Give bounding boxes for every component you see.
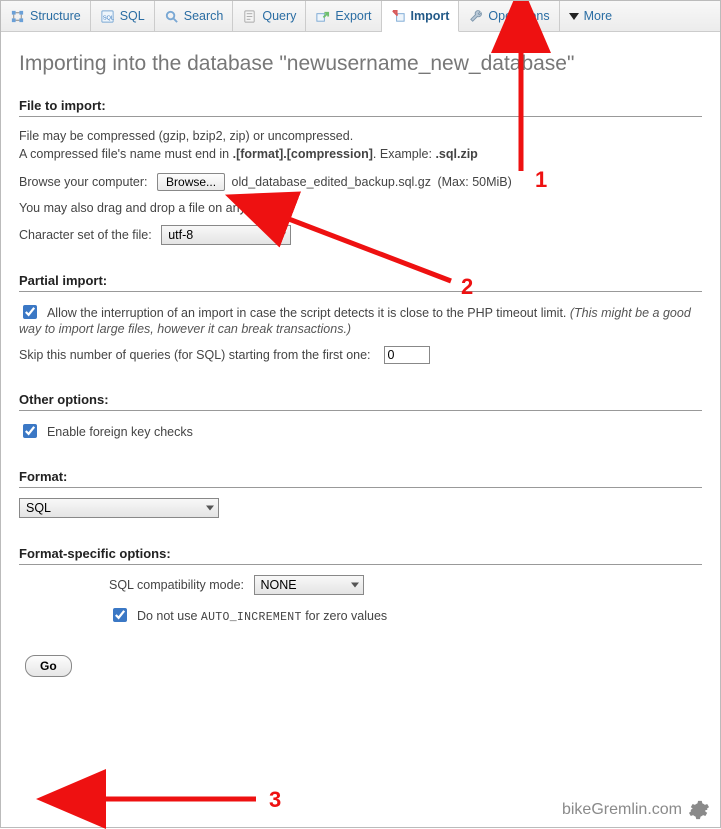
compress-note-line2a: A compressed file's name must end in <box>19 147 233 161</box>
skip-queries-input[interactable] <box>384 346 430 364</box>
dropdown-caret-icon <box>569 13 579 20</box>
compat-select[interactable]: NONE <box>254 575 364 595</box>
browse-label: Browse your computer: <box>19 175 148 189</box>
compat-label: SQL compatibility mode: <box>109 578 244 592</box>
section-other-options: Other options: <box>19 392 702 411</box>
format-specific-block: SQL compatibility mode: NONE Do not use … <box>19 575 702 625</box>
autoinc-label-a: Do not use <box>137 609 201 623</box>
tab-search[interactable]: Search <box>155 1 234 31</box>
tab-label: SQL <box>120 9 145 23</box>
tab-label: Export <box>335 9 371 23</box>
fk-row: Enable foreign key checks <box>19 421 702 441</box>
section-format-specific: Format-specific options: <box>19 546 702 565</box>
autoinc-code: AUTO_INCREMENT <box>201 611 302 624</box>
page-title: Importing into the database "newusername… <box>19 52 702 76</box>
tab-export[interactable]: Export <box>306 1 381 31</box>
query-icon <box>242 9 257 24</box>
watermark-text: bikeGremlin.com <box>562 801 682 819</box>
allow-interrupt-row: Allow the interruption of an import in c… <box>19 302 702 336</box>
format-select[interactable]: SQL <box>19 498 219 518</box>
tab-label: Search <box>184 9 224 23</box>
search-icon <box>164 9 179 24</box>
dragdrop-note: You may also drag and drop a file on any… <box>19 201 702 215</box>
selected-file: old_database_edited_backup.sql.gz <box>232 175 431 189</box>
tab-query[interactable]: Query <box>233 1 306 31</box>
skip-queries-row: Skip this number of queries (for SQL) st… <box>19 346 702 364</box>
autoinc-row: Do not use AUTO_INCREMENT for zero value… <box>109 605 702 625</box>
browse-row: Browse your computer: Browse... old_data… <box>19 173 702 191</box>
compress-note-line2c: . Example: <box>373 147 436 161</box>
tab-label: More <box>584 9 612 23</box>
allow-interrupt-label: Allow the interruption of an import in c… <box>47 306 570 320</box>
compress-note-example: .sql.zip <box>435 147 477 161</box>
compress-note: File may be compressed (gzip, bzip2, zip… <box>19 127 702 163</box>
tab-more[interactable]: More <box>560 1 621 31</box>
tab-bar: Structure SQL SQL Search Query Export Im… <box>1 1 720 32</box>
tab-operations[interactable]: Operations <box>459 1 559 31</box>
allow-interrupt-checkbox[interactable] <box>23 305 37 319</box>
tab-sql[interactable]: SQL SQL <box>91 1 155 31</box>
max-size-note: (Max: 50MiB) <box>437 175 511 189</box>
charset-label: Character set of the file: <box>19 228 152 242</box>
sql-icon: SQL <box>100 9 115 24</box>
operations-icon <box>468 9 483 24</box>
go-button[interactable]: Go <box>25 655 72 677</box>
compress-note-line1: File may be compressed (gzip, bzip2, zip… <box>19 129 353 143</box>
content-area: Importing into the database "newusername… <box>1 32 720 677</box>
compress-note-format: .[format].[compression] <box>233 147 373 161</box>
browse-button[interactable]: Browse... <box>157 173 225 191</box>
format-row: SQL <box>19 498 702 518</box>
section-partial-import: Partial import: <box>19 273 702 292</box>
tab-label: Structure <box>30 9 81 23</box>
structure-icon <box>10 9 25 24</box>
fk-checkbox[interactable] <box>23 424 37 438</box>
compat-row: SQL compatibility mode: NONE <box>109 575 702 595</box>
skip-queries-label: Skip this number of queries (for SQL) st… <box>19 348 371 362</box>
charset-row: Character set of the file: utf-8 <box>19 225 702 245</box>
tab-label: Operations <box>488 9 549 23</box>
fk-label: Enable foreign key checks <box>47 425 193 439</box>
annotation-number-3: 3 <box>269 787 281 813</box>
svg-text:SQL: SQL <box>103 15 114 21</box>
tab-import[interactable]: Import <box>382 1 460 32</box>
tab-structure[interactable]: Structure <box>1 1 91 31</box>
charset-select[interactable]: utf-8 <box>161 225 291 245</box>
section-format: Format: <box>19 469 702 488</box>
watermark: bikeGremlin.com <box>562 799 710 821</box>
autoinc-checkbox[interactable] <box>113 608 127 622</box>
tab-label: Import <box>411 9 450 23</box>
tab-label: Query <box>262 9 296 23</box>
import-icon <box>391 9 406 24</box>
export-icon <box>315 9 330 24</box>
section-file-to-import: File to import: <box>19 98 702 117</box>
gear-icon <box>688 799 710 821</box>
autoinc-label-b: for zero values <box>302 609 387 623</box>
